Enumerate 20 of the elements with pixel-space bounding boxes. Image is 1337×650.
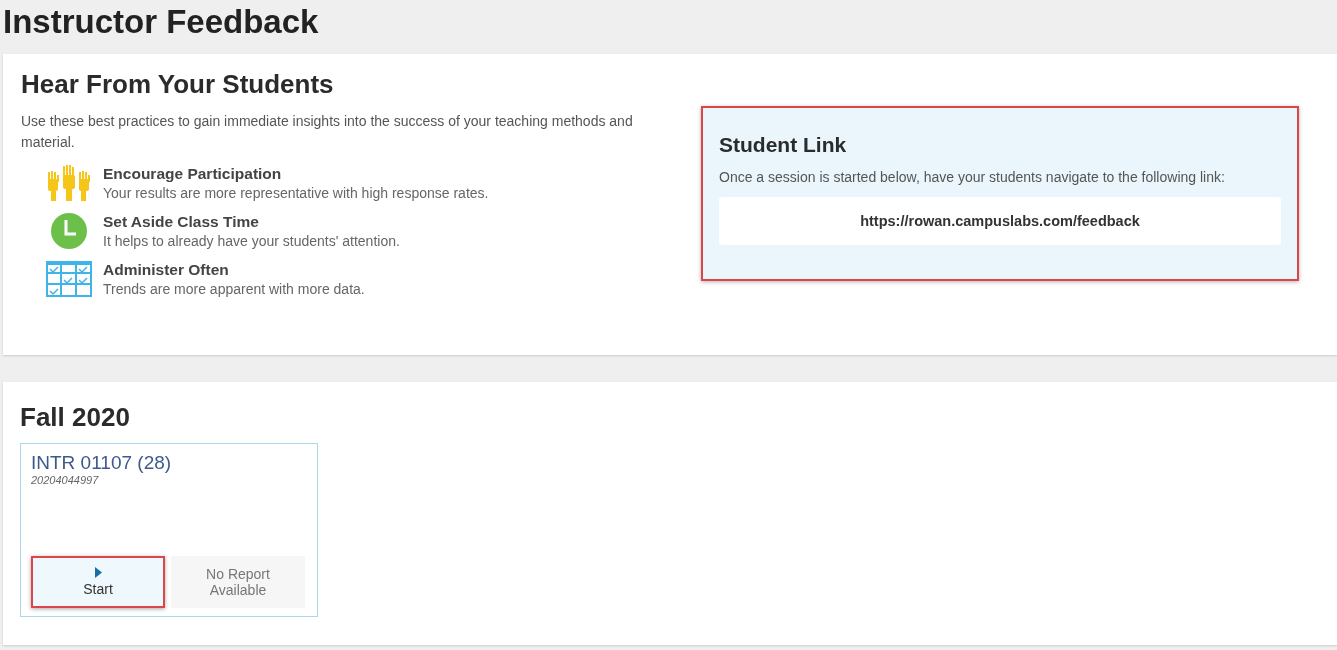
clock-icon: [51, 213, 87, 249]
play-icon: [94, 567, 102, 578]
practice-description: Trends are more apparent with more data.: [103, 281, 365, 297]
student-link-title: Student Link: [719, 133, 848, 157]
student-link-instructions: Once a session is started below, have your students navigate to the following link:: [719, 169, 1226, 185]
practice-title: Set Aside Class Time: [103, 213, 260, 231]
page-title: Instructor Feedback: [2, 2, 320, 42]
course-name[interactable]: INTR 01107 (28): [31, 452, 307, 474]
practice-description: Your results are more representative with high response rates.: [103, 185, 489, 201]
intro-description: Use these best practices to gain immediate insights into the success of your teaching methods and material.: [21, 112, 634, 152]
start-button[interactable]: Start: [31, 556, 165, 608]
practice-title: Administer Often: [103, 261, 230, 279]
practice-title: Encourage Participation: [103, 165, 283, 183]
practice-description: It helps to already have your students' attention.: [103, 233, 400, 249]
raised-hands-icon: [46, 165, 92, 201]
student-link-url[interactable]: https://rowan.campuslabs.com/feedback: [719, 197, 1281, 245]
term-title: Fall 2020: [20, 402, 131, 433]
section-title: Hear From Your Students: [21, 69, 335, 100]
calendar-grid-icon: [46, 261, 92, 297]
course-id: 20204044997: [31, 474, 100, 486]
